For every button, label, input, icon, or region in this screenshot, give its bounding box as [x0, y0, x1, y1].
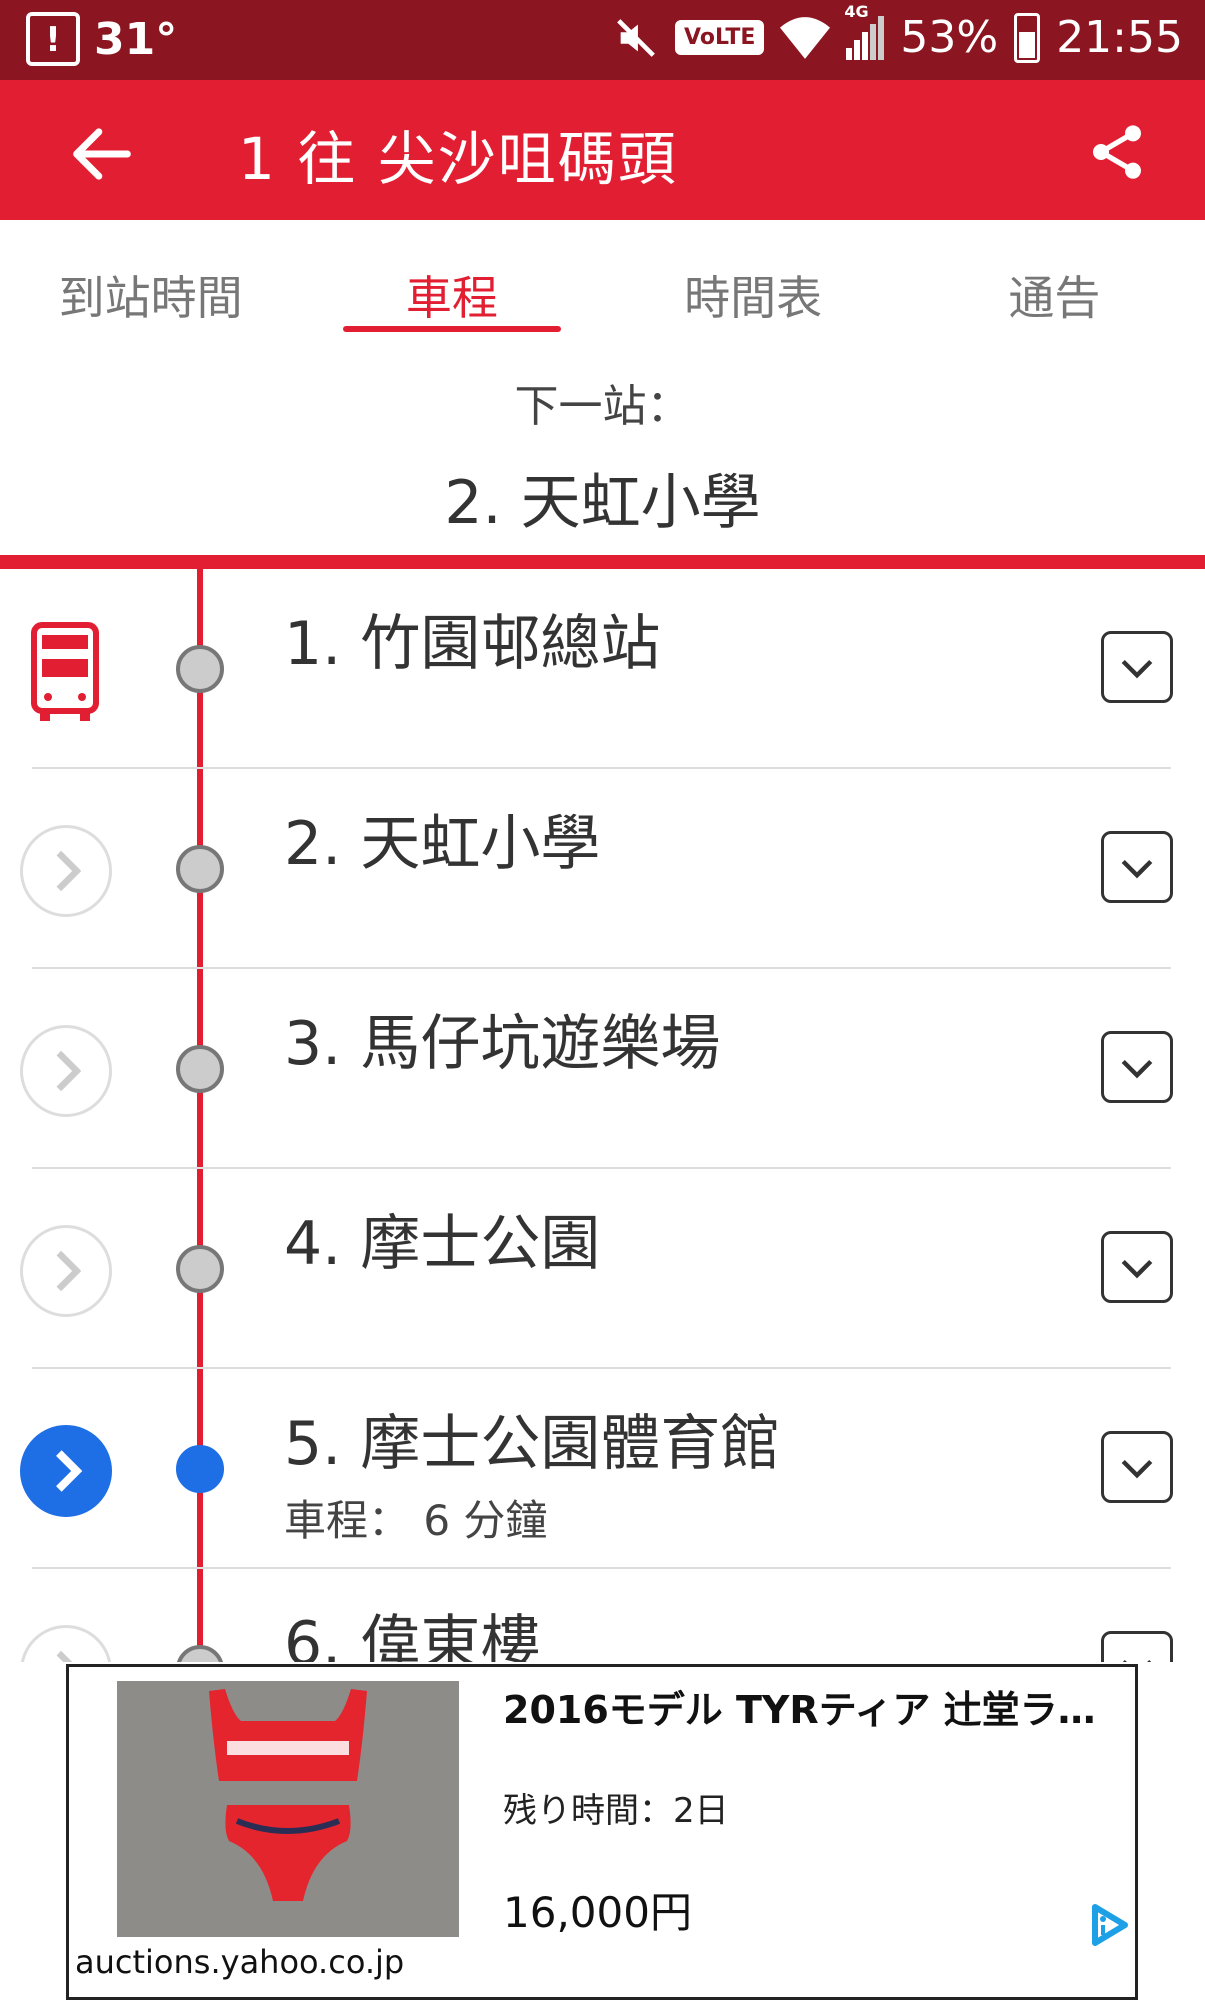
- stop-list[interactable]: 1. 竹園邨總站 2. 天虹小學 3. 馬仔坑遊樂場 4. 摩士公園 5. 摩士…: [0, 569, 1205, 1662]
- travel-time: 車程： 6 分鐘: [284, 1496, 548, 1545]
- expand-button[interactable]: [1101, 1031, 1173, 1103]
- expand-button[interactable]: [1101, 1631, 1173, 1662]
- tab-bar: 到站時間 車程 時間表 通告: [0, 220, 1205, 340]
- stop-name: 3. 馬仔坑遊樂場: [284, 1009, 721, 1079]
- mute-icon: [617, 18, 655, 57]
- ad-title[interactable]: 2016モデル TYRティア 辻堂ライ...: [503, 1679, 1123, 1734]
- notification-alert-icon: [26, 12, 80, 66]
- chevron-down-icon: [1122, 1659, 1152, 1662]
- stop-name: 5. 摩士公園體育館: [284, 1409, 781, 1479]
- ad-banner[interactable]: 2016モデル TYRティア 辻堂ライ... 残り時間：2日 16,000円 a…: [66, 1664, 1138, 2000]
- divider-bar: [0, 555, 1205, 569]
- chevron-down-icon: [1121, 1059, 1153, 1079]
- expand-button[interactable]: [1101, 831, 1173, 903]
- stop-node: [176, 645, 224, 693]
- battery-percent: 53%: [900, 12, 999, 63]
- ad-price: 16,000円: [503, 1888, 692, 1937]
- back-arrow-icon[interactable]: [64, 116, 140, 192]
- temperature: 31°: [94, 13, 178, 65]
- list-item[interactable]: 3. 馬仔坑遊樂場: [0, 969, 1205, 1169]
- ad-choices-icon[interactable]: [1085, 1901, 1133, 1949]
- list-item[interactable]: 6. 偉東樓: [0, 1569, 1205, 1662]
- select-stop-button[interactable]: [20, 1025, 112, 1117]
- app-bar: 1 往 尖沙咀碼頭: [0, 80, 1205, 220]
- select-stop-button[interactable]: [20, 825, 112, 917]
- share-icon[interactable]: [1085, 120, 1149, 184]
- next-stop-label: 下一站：: [514, 381, 691, 432]
- stop-name: 4. 摩士公園: [284, 1209, 601, 1279]
- chevron-down-icon: [1121, 1259, 1153, 1279]
- stop-node: [176, 1245, 224, 1293]
- tab-notices[interactable]: 通告: [904, 220, 1205, 340]
- chevron-down-icon: [1121, 859, 1153, 879]
- bus-icon: [31, 622, 99, 721]
- page-title: 1 往 尖沙咀碼頭: [238, 125, 678, 193]
- status-bar: 31° VoLTE 4G 53% 21:55: [0, 0, 1205, 80]
- tab-journey[interactable]: 車程: [301, 220, 602, 340]
- stop-name: 1. 竹園邨總站: [284, 609, 661, 679]
- chevron-right-icon: [56, 850, 82, 892]
- ad-time-left: 残り時間：2日: [503, 1791, 729, 1831]
- list-item[interactable]: 2. 天虹小學: [0, 769, 1205, 969]
- stop-name: 6. 偉東樓: [284, 1609, 541, 1662]
- ad-product-image[interactable]: [117, 1681, 459, 1937]
- network-type: 4G: [844, 1, 869, 21]
- ad-domain: auctions.yahoo.co.jp: [75, 1943, 405, 1981]
- next-stop-panel: 下一站： 2. 天虹小學: [0, 370, 1205, 541]
- next-stop-value: 2. 天虹小學: [444, 468, 761, 538]
- stop-name: 2. 天虹小學: [284, 809, 601, 879]
- list-item[interactable]: 4. 摩士公園: [0, 1169, 1205, 1369]
- expand-button[interactable]: [1101, 1231, 1173, 1303]
- stop-node: [176, 845, 224, 893]
- chevron-down-icon: [1121, 659, 1153, 679]
- chevron-right-icon: [56, 1450, 83, 1492]
- tab-arrival-time[interactable]: 到站時間: [0, 220, 301, 340]
- battery-icon: [1014, 12, 1041, 63]
- stop-node: [176, 1045, 224, 1093]
- select-stop-button[interactable]: [20, 1625, 112, 1662]
- clock: 21:55: [1056, 12, 1183, 63]
- list-item[interactable]: 5. 摩士公園體育館 車程： 6 分鐘: [0, 1369, 1205, 1569]
- volte-badge: VoLTE: [675, 20, 765, 55]
- signal-icon: 4G: [844, 2, 885, 60]
- current-stop-node: [176, 1445, 224, 1493]
- chevron-down-icon: [1121, 1459, 1153, 1479]
- swimsuit-image: [117, 1681, 459, 1937]
- stop-node: [176, 1645, 224, 1662]
- select-stop-button[interactable]: [20, 1425, 112, 1517]
- chevron-right-icon: [56, 1650, 73, 1662]
- wifi-icon: [780, 16, 831, 59]
- chevron-right-icon: [56, 1050, 82, 1092]
- expand-button[interactable]: [1101, 1431, 1173, 1503]
- list-item[interactable]: 1. 竹園邨總站: [0, 569, 1205, 769]
- tab-timetable[interactable]: 時間表: [603, 220, 904, 340]
- select-stop-button[interactable]: [20, 1225, 112, 1317]
- chevron-right-icon: [56, 1250, 82, 1292]
- expand-button[interactable]: [1101, 631, 1173, 703]
